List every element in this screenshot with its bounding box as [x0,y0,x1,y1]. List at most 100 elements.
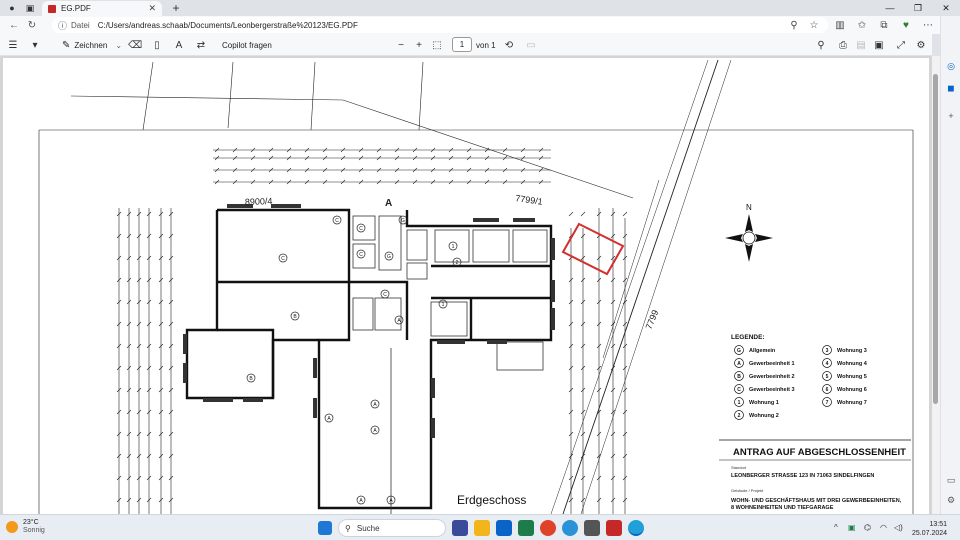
clock-time: 13:51 [929,521,948,528]
plan-unit-letter: A [389,498,393,504]
road-label: 7799 [644,308,661,330]
plan-unit-letter: A [373,402,377,408]
draw-button[interactable]: ✎ Zeichnen ⌄ [62,38,122,52]
rotate-icon[interactable]: ⟲ [502,38,516,52]
legend-symbol-letter: C [737,387,741,393]
contents-icon[interactable]: ☰ [6,38,20,52]
favorites-icon[interactable]: ✩ [856,19,868,31]
read-aloud-icon[interactable]: A [172,38,186,52]
section-mark: A [385,198,392,209]
workspaces-icon[interactable]: ▣ [24,2,36,14]
refresh-button[interactable]: ↻ [26,19,38,31]
scrollbar-thumb[interactable] [933,74,938,404]
highlight-icon[interactable]: ▾ [28,38,42,52]
edge-browser-icon[interactable] [628,520,644,536]
draw-label: Zeichnen [74,40,108,50]
page-number-input[interactable]: 1 [452,37,472,52]
tray-wifi-icon[interactable]: ◠ [880,523,887,532]
floor-plan-drawing: CCCCBBGG121AAAA AAC 8900/4 7799/1 7799 A … [38,59,914,514]
tray-app-icon[interactable]: ▣ [848,523,856,532]
minimize-button[interactable]: — [876,0,904,16]
sidebar-outlook-icon[interactable]: ◼ [945,82,957,94]
address-url[interactable]: C:/Users/andreas.schaab/Documents/Leonbe… [98,21,358,30]
chrome-icon[interactable] [540,520,556,536]
start-windows-icon[interactable] [318,521,332,535]
edge-dev-icon[interactable] [562,520,578,536]
view-icon[interactable]: ▯ [150,38,164,52]
print-icon[interactable]: ⎙ [836,38,850,52]
legend-item-label: Wohnung 7 [837,400,867,406]
legend-item-label: Wohnung 4 [837,361,868,367]
profile-icon[interactable]: ● [6,2,18,14]
settings-gear-icon[interactable]: ⚙ [914,38,928,52]
address-bar[interactable]: ⓘ Datei C:/Users/andreas.schaab/Document… [52,17,828,33]
app-icon[interactable] [584,520,600,536]
legend-item-label: Wohnung 5 [837,374,867,380]
plan-unit-letter: A [359,498,363,504]
copilot-ask-button[interactable]: Copilot fragen [222,38,272,52]
info-icon[interactable]: ⓘ [58,19,67,32]
legend-symbol-letter: B [737,374,741,380]
clock[interactable]: 13:51 25.07.2024 [912,520,947,538]
file-explorer-icon[interactable] [474,520,490,536]
find-icon[interactable]: ⚲ [814,38,828,52]
stamp-line-0: Standort [731,465,747,470]
pdf-app-icon[interactable] [606,520,622,536]
zoom-out-button[interactable]: − [394,38,408,52]
dimension-tick [568,211,574,217]
title-block: ANTRAG AUF ABGESCHLOSSENHEIT Standort LE… [719,439,911,511]
sidebar-settings-icon[interactable]: ⚙ [945,494,957,506]
teams-icon[interactable] [452,520,468,536]
tray-chevron-icon[interactable]: ^ [834,523,838,532]
search-placeholder: Suche [356,523,380,533]
tray-network-icon[interactable]: ⌬ [864,523,871,532]
tray-volume-icon[interactable]: ◁) [894,523,903,532]
back-button[interactable]: ← [8,19,20,31]
sidebar-layout-icon[interactable]: ▭ [945,474,957,486]
search-icon: ⚲ [345,523,351,533]
fullscreen-icon[interactable]: ⤢ [894,38,908,52]
legend-item-label: Wohnung 2 [749,413,779,419]
legend-item-label: Wohnung 6 [837,387,867,393]
parcel-label-b: 7799/1 [515,193,544,207]
taskbar: 23°C Sonnig ⚲ Suche ^ ▣ ⌬ ◠ ◁) 13:51 25.… [0,514,960,540]
legend-item-label: Gewerbeeinheit 1 [749,361,795,367]
eraser-icon[interactable]: ⌫ [128,38,142,52]
tab-eg-pdf[interactable]: EG.PDF ✕ [42,1,162,16]
pdf-document-area[interactable]: CCCCBBGG121AAAAAAC 8900/4 7799/1 7799 A … [0,56,940,514]
pen-icon: ✎ [62,39,71,51]
plan-unit-letter: C [359,252,363,258]
taskbar-search[interactable]: ⚲ Suche [338,519,446,537]
stamp-line-4: 8 WOHNEINHEITEN UND TIEFGARAGE [731,505,834,511]
favorite-star-icon[interactable]: ☆ [808,19,820,31]
browser-essentials-icon[interactable]: ♥ [900,19,912,31]
tab-close-button[interactable]: ✕ [148,3,156,14]
sidebar-search-icon[interactable]: ◎ [945,60,957,72]
zoom-icon[interactable]: ⚲ [788,19,800,31]
legend-item-label: Allgemein [749,348,776,354]
more-menu-icon[interactable]: ⋯ [922,19,934,31]
zoom-in-button[interactable]: + [412,38,426,52]
plan-unit-letter: G [387,254,391,260]
plan-unit-letter: G [401,218,405,224]
collections-icon[interactable]: ⧉ [878,19,890,31]
outlook-icon[interactable] [496,520,512,536]
fit-page-icon[interactable]: ⬚ [430,38,444,52]
weather-widget[interactable]: 23°C Sonnig [6,519,45,535]
sidebar-add-icon[interactable]: + [945,110,957,122]
legend-symbol-letter: A [737,361,741,367]
pdf-toolbar: ☰ ▾ ✎ Zeichnen ⌄ ⌫ ▯ A ⇄ Copilot fragen … [0,34,932,56]
plan-unit-letter: C [281,256,285,262]
plan-unit-letter: C [359,226,363,232]
vertical-scrollbar[interactable] [932,56,940,514]
excel-icon[interactable] [518,520,534,536]
save-as-icon[interactable]: ▣ [872,38,886,52]
split-screen-icon[interactable]: ▥ [834,19,846,31]
close-window-button[interactable]: ✕ [932,0,960,16]
translate-icon[interactable]: ⇄ [194,38,208,52]
save-icon[interactable]: ▤ [854,38,868,52]
legend-item-label: Wohnung 1 [749,400,779,406]
new-tab-button[interactable]: + [170,1,182,15]
two-page-icon[interactable]: ▭ [524,38,538,52]
maximize-button[interactable]: ❐ [904,0,932,16]
